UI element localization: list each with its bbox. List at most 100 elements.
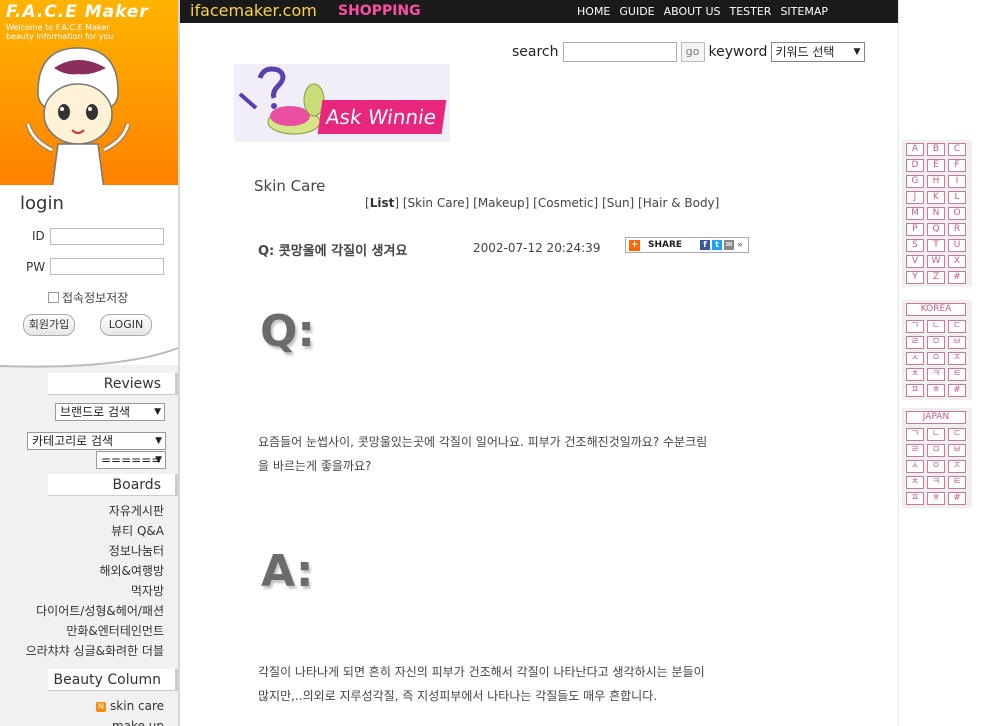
chevron-down-icon: ▼ [155, 455, 162, 465]
nav-sitemap[interactable]: SITEMAP [780, 5, 828, 18]
index-letter-button[interactable]: ㅍ [906, 384, 924, 397]
index-letter-button[interactable]: E [927, 159, 945, 172]
board-link[interactable]: 정보나눔터 [26, 541, 164, 561]
index-letter-button[interactable]: ㄷ [948, 320, 966, 333]
question-marker: Q: [260, 306, 315, 357]
board-link[interactable]: 뷰티 Q&A [26, 521, 164, 541]
board-link[interactable]: 다이어트/성형&헤어/패션 [26, 601, 164, 621]
index-letter-button[interactable]: ㅌ [948, 368, 966, 381]
index-letter-button[interactable]: V [906, 255, 924, 268]
pw-input[interactable] [50, 258, 164, 275]
index-letter-button[interactable]: ㅈ [948, 352, 966, 365]
index-letter-button[interactable]: S [906, 239, 924, 252]
index-letter-button[interactable]: ㅇ [927, 460, 945, 473]
board-link[interactable]: 해외&여행방 [26, 561, 164, 581]
site-logo[interactable]: ifacemaker.com [190, 1, 317, 20]
index-letter-button[interactable]: R [948, 223, 966, 236]
search-input[interactable] [562, 42, 677, 62]
index-letter-button[interactable]: N [927, 207, 945, 220]
index-letter-button[interactable]: ㄱ [906, 428, 924, 441]
category-link-cosmetic[interactable]: Cosmetic [538, 196, 594, 210]
index-letter-button[interactable]: ㄷ [948, 428, 966, 441]
index-letter-button[interactable]: U [948, 239, 966, 252]
index-letter-button[interactable]: ㅅ [906, 352, 924, 365]
category-search-select[interactable]: 카테고리로 검색 ▼ [27, 432, 166, 450]
index-letter-button[interactable]: ㅈ [948, 460, 966, 473]
index-letter-button[interactable]: ㅊ [906, 368, 924, 381]
nav-guide[interactable]: GUIDE [619, 5, 654, 18]
index-letter-button[interactable]: ㄴ [927, 428, 945, 441]
index-letter-button[interactable]: H [927, 175, 945, 188]
index-letter-button[interactable]: ㄱ [906, 320, 924, 333]
brand-banner[interactable]: F.A.C.E Maker Welcome to F.A.C.E Maker b… [0, 0, 178, 200]
index-letter-button[interactable]: G [906, 175, 924, 188]
index-letter-button[interactable]: I [948, 175, 966, 188]
category-link-list[interactable]: List [370, 196, 395, 210]
index-letter-button[interactable]: F [948, 159, 966, 172]
index-letter-button[interactable]: ㅁ [927, 336, 945, 349]
save-login-option[interactable]: 접속정보저장 [48, 289, 128, 306]
nav-home[interactable]: HOME [577, 5, 610, 18]
index-letter-button[interactable]: W [927, 255, 945, 268]
sub-category-select[interactable]: ====== ▼ [96, 451, 166, 469]
index-letter-button[interactable]: M [906, 207, 924, 220]
save-login-checkbox[interactable] [48, 292, 59, 303]
index-letter-button[interactable]: Y [906, 271, 924, 284]
login-button[interactable]: LOGIN [100, 314, 152, 336]
brand-search-select[interactable]: 브랜드로 검색 ▼ [55, 403, 165, 421]
index-letter-button[interactable]: ㅎ [927, 384, 945, 397]
index-letter-button[interactable]: ㅌ [948, 476, 966, 489]
board-link[interactable]: 으라챠챠 싱글&화려한 더블 [26, 641, 164, 661]
index-letter-button[interactable]: ㅁ [927, 444, 945, 457]
index-letter-button[interactable]: L [948, 191, 966, 204]
index-letter-button[interactable]: A [906, 143, 924, 156]
index-letter-button[interactable]: ㄹ [906, 336, 924, 349]
index-letter-button[interactable]: J [906, 191, 924, 204]
index-letter-button[interactable]: K [927, 191, 945, 204]
index-letter-button[interactable]: ㅊ [906, 476, 924, 489]
keyword-select[interactable]: 키워드 선택 ▼ [771, 42, 866, 62]
board-link[interactable]: 자유게시판 [26, 501, 164, 521]
index-letter-button[interactable]: ㄹ [906, 444, 924, 457]
index-letter-button[interactable]: Z [927, 271, 945, 284]
index-letter-button[interactable]: ㅅ [906, 460, 924, 473]
question-title-text: 콧망울에 각질이 생겨요 [278, 244, 408, 259]
index-letter-button[interactable]: T [927, 239, 945, 252]
index-letter-button[interactable]: B [927, 143, 945, 156]
left-sidebar: F.A.C.E Maker Welcome to F.A.C.E Maker b… [0, 0, 180, 726]
index-letter-button[interactable]: ㅂ [948, 444, 966, 457]
index-letter-button[interactable]: P [906, 223, 924, 236]
index-letter-button[interactable]: X [948, 255, 966, 268]
index-letter-button[interactable]: # [948, 492, 966, 505]
index-letter-button[interactable]: O [948, 207, 966, 220]
index-letter-button[interactable]: D [906, 159, 924, 172]
index-letter-button[interactable]: ㅎ [927, 492, 945, 505]
category-link-makeup[interactable]: Makeup [478, 196, 525, 210]
column-list: Nskin care make up [96, 696, 164, 726]
index-letter-button[interactable]: ㅂ [948, 336, 966, 349]
index-letter-button[interactable]: ㅍ [906, 492, 924, 505]
column-link-make-up[interactable]: make up [96, 716, 164, 726]
column-link-skin-care[interactable]: Nskin care [96, 696, 164, 716]
category-link-hair-body[interactable]: Hair & Body [643, 196, 715, 210]
index-letter-button[interactable]: ㅋ [927, 476, 945, 489]
index-letter-button[interactable]: # [948, 271, 966, 284]
search-go-button[interactable]: go [680, 42, 705, 62]
japan-index-label: JAPAN [906, 411, 966, 424]
index-letter-button[interactable]: Q [927, 223, 945, 236]
nav-about-us[interactable]: ABOUT US [664, 5, 721, 18]
index-letter-button[interactable]: ㅋ [927, 368, 945, 381]
board-link[interactable]: 만화&엔터테인먼트 [26, 621, 164, 641]
index-letter-button[interactable]: ㅇ [927, 352, 945, 365]
category-link-sun[interactable]: Sun [607, 196, 630, 210]
index-letter-button[interactable]: ㄴ [927, 320, 945, 333]
board-link[interactable]: 먹자방 [26, 581, 164, 601]
category-link-skin-care[interactable]: Skin Care [408, 196, 465, 210]
join-button[interactable]: 회원가입 [23, 314, 75, 336]
nav-tester[interactable]: TESTER [729, 5, 771, 18]
index-letter-button[interactable]: C [948, 143, 966, 156]
share-button[interactable]: + SHARE f t ✉ » [625, 237, 749, 253]
id-input[interactable] [50, 228, 164, 245]
shopping-link[interactable]: SHOPPING [338, 3, 421, 19]
index-letter-button[interactable]: # [948, 384, 966, 397]
